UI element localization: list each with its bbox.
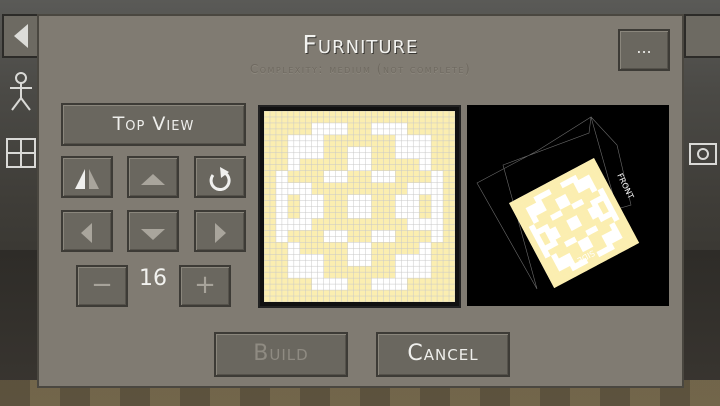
size-decrease-button[interactable]: −: [76, 265, 128, 307]
grid-icon: [6, 138, 36, 168]
grid-size-value: 16: [139, 266, 167, 291]
build-button[interactable]: Build: [214, 332, 348, 377]
camera-shape-icon: [689, 143, 717, 165]
arrow-left-icon: [14, 24, 28, 48]
back-button[interactable]: [2, 14, 42, 58]
furniture-3d-preview[interactable]: FRONT SIDE: [467, 105, 669, 306]
mirror-icon: [75, 169, 99, 189]
size-increase-button[interactable]: +: [179, 265, 231, 307]
cancel-button[interactable]: Cancel: [376, 332, 510, 377]
dialog-title: Furniture: [302, 30, 419, 59]
move-right-button[interactable]: [194, 210, 246, 252]
mirror-button[interactable]: [61, 156, 113, 198]
3d-preview-panel[interactable]: FRONT SIDE: [467, 105, 669, 306]
arrow-right-icon: [215, 223, 226, 243]
more-options-button[interactable]: ...: [618, 29, 670, 71]
rotate-button[interactable]: [194, 156, 246, 198]
top-view-button[interactable]: Top View: [61, 103, 246, 146]
move-left-button[interactable]: [61, 210, 113, 252]
right-top-button[interactable]: [684, 14, 720, 58]
furniture-dialog: Furniture Complexity: medium (not comple…: [37, 14, 684, 388]
ellipsis-icon: ...: [636, 38, 652, 57]
person-icon: [10, 72, 32, 111]
camera-icon[interactable]: [688, 136, 718, 178]
rotate-icon: [209, 167, 231, 191]
complexity-label: Complexity: medium (not complete): [249, 62, 472, 76]
preview-front-label: FRONT: [615, 172, 635, 201]
block-grid[interactable]: [264, 111, 455, 302]
player-icon[interactable]: [6, 72, 36, 120]
top-view-grid-panel[interactable]: [258, 105, 461, 308]
arrow-left-icon: [81, 223, 92, 243]
inventory-icon[interactable]: [6, 138, 36, 176]
move-down-button[interactable]: [127, 210, 179, 252]
arrow-down-icon: [141, 229, 165, 240]
arrow-up-icon: [141, 174, 165, 185]
move-up-button[interactable]: [127, 156, 179, 198]
